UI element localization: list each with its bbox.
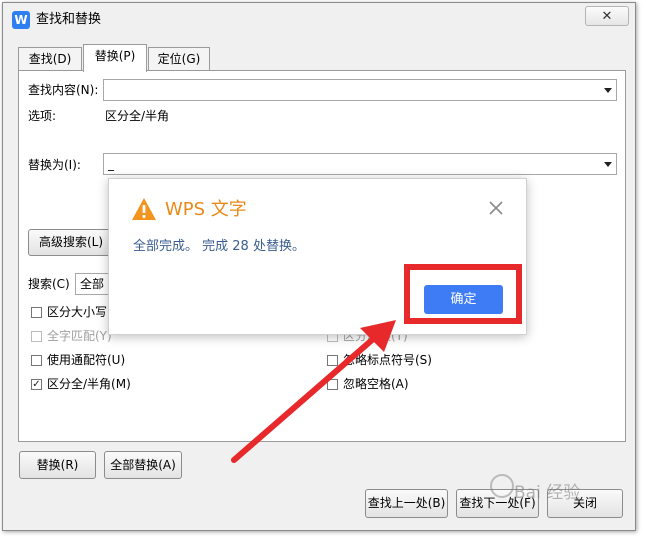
replace-all-button[interactable]: 全部替换(A) — [104, 451, 182, 479]
case-checkbox[interactable] — [31, 307, 42, 318]
ignore-punct-checkbox[interactable] — [327, 355, 338, 366]
case-label: 区分大小写( — [47, 305, 112, 319]
paw-icon — [490, 474, 514, 498]
close-icon[interactable] — [485, 197, 507, 219]
ignore-punct-label: 忽略标点符号(S) — [343, 353, 432, 367]
tab-find[interactable]: 查找(D) — [18, 47, 82, 70]
replace-value: _ — [108, 157, 114, 171]
tab-replace[interactable]: 替换(P) — [83, 44, 147, 72]
dialog-title: WPS 文字 — [165, 199, 247, 220]
advanced-search-button[interactable]: 高级搜索(L) — [28, 229, 114, 256]
find-label: 查找内容(N): — [28, 83, 99, 97]
options-label: 选项: — [28, 109, 57, 123]
search-value: 全部 — [80, 277, 105, 291]
whole-word-checkbox[interactable] — [31, 331, 42, 342]
window-title: 查找和替换 — [36, 12, 102, 27]
watermark-text: Bai 经验 — [514, 483, 581, 503]
warning-icon — [132, 198, 156, 220]
options-value: 区分全/半角 — [105, 109, 170, 123]
whole-word-label: 全字匹配(Y) — [47, 329, 112, 343]
chevron-down-icon[interactable] — [604, 88, 612, 93]
replace-button[interactable]: 替换(R) — [19, 451, 96, 479]
wildcard-checkbox[interactable] — [31, 355, 42, 366]
search-label: 搜索(C) — [28, 277, 70, 291]
wps-app-icon: W — [12, 11, 30, 29]
wildcard-label: 使用通配符(U) — [47, 353, 126, 367]
window-close-button[interactable]: ✕ — [585, 6, 629, 26]
width-label: 区分全/半角(M) — [47, 377, 131, 391]
replace-input[interactable]: _ — [103, 153, 617, 175]
chevron-down-icon[interactable] — [604, 162, 612, 167]
dialog-message: 全部完成。 完成 28 处替换。 — [133, 239, 305, 254]
find-previous-button[interactable]: 查找上一处(B) — [365, 489, 448, 518]
tab-goto[interactable]: 定位(G) — [148, 47, 210, 70]
replace-label: 替换为(I): — [28, 158, 81, 172]
check-icon: ✓ — [32, 379, 41, 390]
title-bar: W 查找和替换 ✕ — [3, 3, 635, 35]
width-checkbox[interactable]: ✓ — [31, 379, 42, 390]
find-input[interactable] — [103, 79, 617, 101]
highlight-box — [404, 264, 522, 324]
ignore-space-label: 忽略空格(A) — [343, 377, 409, 391]
ignore-space-checkbox[interactable] — [327, 379, 338, 390]
